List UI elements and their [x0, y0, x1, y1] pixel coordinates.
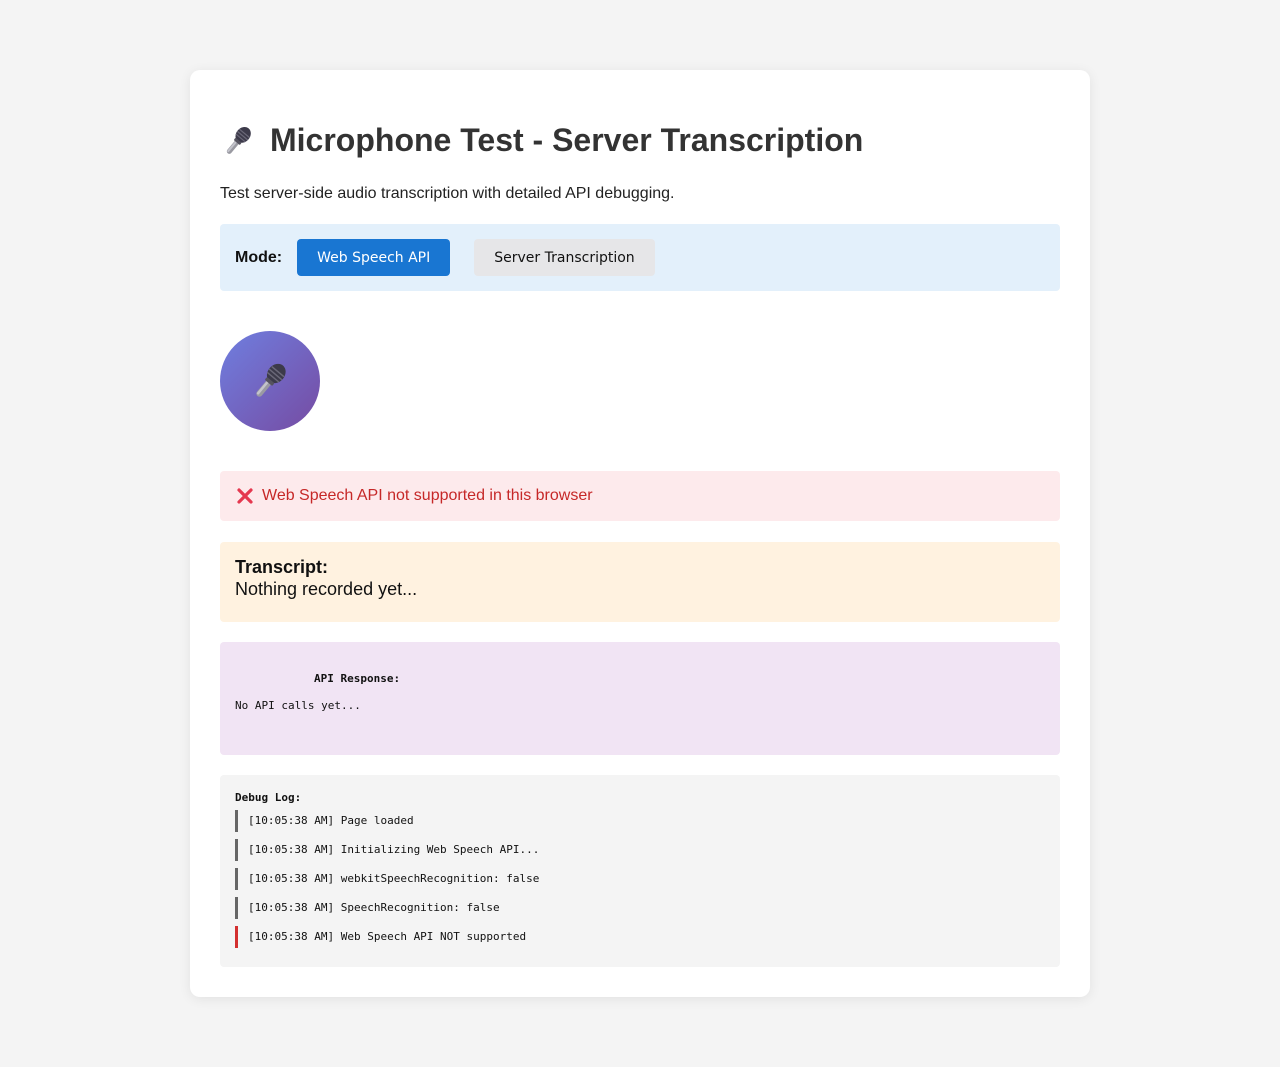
record-button[interactable]	[220, 331, 320, 431]
mode-label: Mode:	[235, 248, 283, 266]
transcript-label: Transcript:	[235, 557, 329, 577]
status-error-message: Web Speech API not supported in this bro…	[220, 471, 1060, 521]
debug-log-title: Debug Log:	[235, 791, 302, 804]
page-title-text: Microphone Test - Server Transcription	[270, 122, 864, 158]
mode-selector: Mode: Web Speech API Server Transcriptio…	[220, 224, 1060, 291]
debug-log-panel: Debug Log: [10:05:38 AM] Page loaded [10…	[220, 775, 1060, 967]
cross-mark-icon	[236, 487, 254, 505]
api-response-panel: API Response: No API calls yet...	[220, 642, 1060, 755]
transcript-text: Nothing recorded yet...	[235, 579, 418, 599]
microphone-icon	[248, 359, 292, 403]
page-subtitle: Test server-side audio transcription wit…	[220, 185, 675, 202]
api-response-label: API Response:	[314, 672, 401, 685]
web-speech-api-button[interactable]: Web Speech API	[297, 239, 451, 276]
log-entry: [10:05:38 AM] SpeechRecognition: false	[235, 897, 1045, 919]
log-entry: [10:05:38 AM] Page loaded	[235, 810, 1045, 832]
status-text: Web Speech API not supported in this bro…	[262, 487, 593, 504]
main-card: Microphone Test - Server Transcription T…	[190, 70, 1090, 997]
log-entry-error: [10:05:38 AM] Web Speech API NOT support…	[235, 926, 1045, 948]
microphone-icon	[220, 123, 256, 159]
page-title: Microphone Test - Server Transcription	[220, 122, 863, 159]
log-entry: [10:05:38 AM] Initializing Web Speech AP…	[235, 839, 1045, 861]
log-entry: [10:05:38 AM] webkitSpeechRecognition: f…	[235, 868, 1045, 890]
server-transcription-button[interactable]: Server Transcription	[474, 239, 655, 276]
transcript-panel: Transcript: Nothing recorded yet...	[220, 542, 1060, 622]
api-response-text: No API calls yet...	[235, 699, 361, 712]
